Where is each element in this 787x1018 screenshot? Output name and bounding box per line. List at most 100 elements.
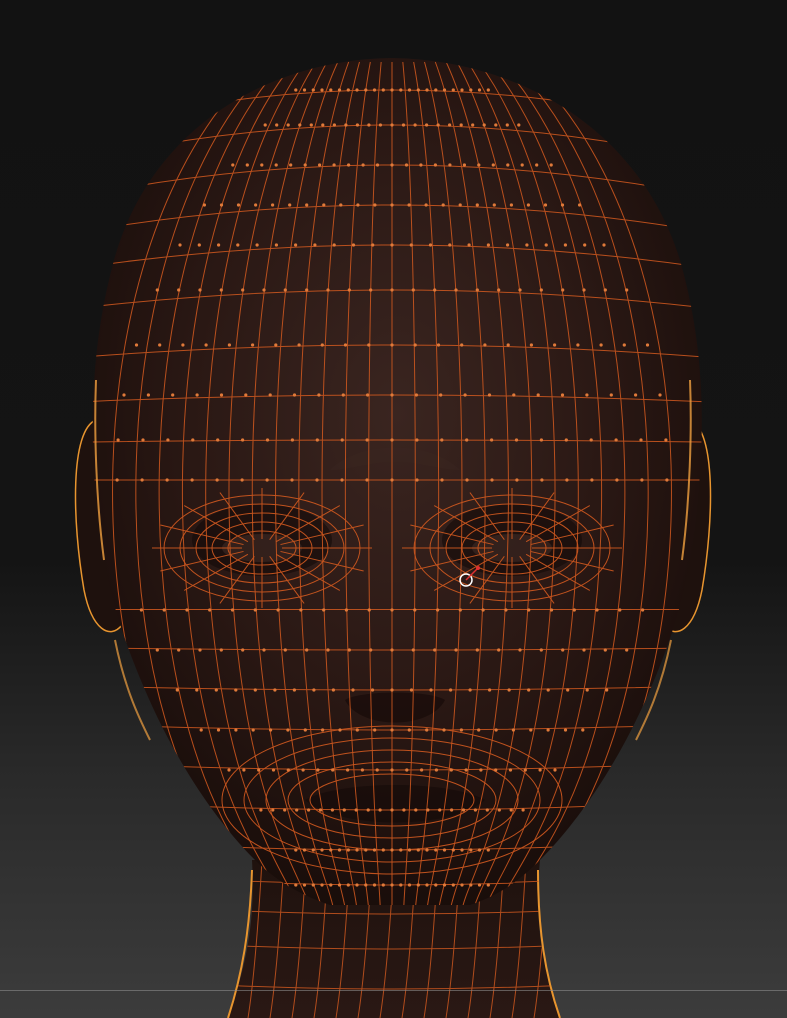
mesh-vertex	[320, 883, 324, 887]
mesh-vertex	[451, 848, 455, 852]
mesh-vertex	[351, 688, 355, 692]
mesh-vertex	[355, 88, 359, 92]
mesh-vertex	[460, 88, 464, 92]
mesh-vertex	[439, 393, 443, 397]
mesh-vertex	[241, 438, 245, 442]
mesh-vertex	[449, 768, 453, 772]
head-mesh[interactable]	[60, 58, 727, 910]
mesh-vertex	[583, 243, 587, 247]
mesh-vertex	[517, 123, 521, 127]
mesh-vertex	[283, 288, 287, 292]
mesh-vertex	[390, 808, 394, 812]
mesh-vertex	[409, 688, 414, 692]
mesh-vertex	[257, 768, 261, 772]
mesh-vertex	[372, 88, 377, 92]
mesh-vertex	[364, 883, 368, 887]
mesh-vertex	[564, 438, 568, 442]
mesh-vertex	[535, 163, 539, 167]
mesh-vertex	[301, 768, 305, 772]
mesh-vertex	[482, 123, 486, 127]
mesh-vertex	[290, 438, 294, 442]
mesh-vertex	[459, 728, 463, 732]
mesh-vertex	[639, 438, 643, 442]
mesh-vertex	[274, 343, 278, 347]
mesh-vertex	[329, 848, 333, 852]
mesh-vertex	[347, 288, 351, 292]
mesh-vertex	[303, 728, 307, 732]
mesh-vertex	[166, 438, 170, 442]
mesh-vertex	[390, 88, 394, 92]
mesh-vertex	[505, 123, 509, 127]
mesh-vertex	[337, 88, 342, 92]
mesh-vertex	[539, 438, 544, 442]
mesh-vertex	[251, 728, 255, 732]
mesh-vertex	[508, 768, 513, 772]
mesh-vertex	[448, 243, 452, 247]
mesh-vertex	[378, 808, 382, 812]
mesh-vertex	[298, 123, 302, 127]
mesh-vertex	[539, 288, 543, 292]
mesh-vertex	[253, 608, 257, 612]
mesh-vertex	[294, 848, 298, 852]
mesh-vertex	[241, 648, 245, 652]
mesh-vertex	[461, 808, 466, 812]
mesh-vertex	[390, 728, 394, 732]
mesh-vertex	[204, 343, 208, 347]
mesh-vertex	[316, 768, 320, 772]
mesh-vertex	[367, 343, 371, 347]
mesh-vertex	[262, 648, 266, 652]
mesh-vertex	[658, 393, 662, 397]
mesh-vertex	[572, 608, 576, 612]
mesh-vertex	[477, 163, 481, 167]
mesh-vertex	[440, 478, 444, 482]
mesh-vertex	[527, 608, 531, 612]
mesh-vertex	[265, 438, 270, 442]
mesh-vertex	[356, 203, 360, 207]
mesh-vertex	[585, 688, 589, 692]
viewport-canvas[interactable]	[0, 0, 787, 1018]
mesh-vertex	[405, 768, 409, 772]
mesh-vertex	[414, 808, 418, 812]
mesh-vertex	[331, 768, 335, 772]
mesh-vertex	[438, 808, 442, 812]
mesh-vertex	[565, 478, 569, 482]
mesh-vertex	[458, 608, 462, 612]
mesh-vertex	[339, 203, 343, 207]
mesh-vertex	[364, 88, 368, 92]
mesh-vertex	[507, 688, 511, 692]
mesh-vertex	[271, 768, 276, 772]
mesh-vertex	[294, 88, 298, 92]
mesh-vertex	[615, 478, 619, 482]
mesh-vertex	[512, 393, 516, 397]
mesh-vertex	[139, 608, 143, 612]
mesh-vertex	[276, 608, 280, 612]
mesh-vertex	[409, 243, 413, 247]
3d-viewport[interactable]	[0, 0, 787, 1018]
mesh-vertex	[390, 768, 394, 772]
mesh-vertex	[269, 728, 273, 732]
mesh-vertex	[326, 288, 330, 292]
mesh-vertex	[230, 608, 235, 612]
mesh-vertex	[477, 848, 482, 852]
mesh-vertex	[402, 808, 406, 812]
mesh-vertex	[576, 343, 580, 347]
mesh-vertex	[433, 163, 437, 167]
mesh-vertex	[354, 808, 358, 812]
mesh-vertex	[509, 808, 513, 812]
mesh-vertex	[424, 203, 428, 207]
mesh-vertex	[540, 478, 544, 482]
mesh-vertex	[506, 343, 510, 347]
mesh-vertex	[340, 438, 344, 442]
mesh-vertex	[538, 768, 542, 772]
mesh-vertex	[343, 343, 348, 347]
mesh-vertex	[442, 848, 447, 852]
mesh-vertex	[373, 203, 377, 207]
mesh-vertex	[514, 438, 519, 442]
mesh-vertex	[590, 478, 594, 482]
mesh-vertex	[609, 393, 613, 397]
mesh-vertex	[582, 648, 586, 652]
mesh-vertex	[434, 768, 438, 772]
mesh-vertex	[506, 243, 510, 247]
mesh-vertex	[181, 343, 185, 347]
mesh-vertex	[289, 163, 293, 167]
